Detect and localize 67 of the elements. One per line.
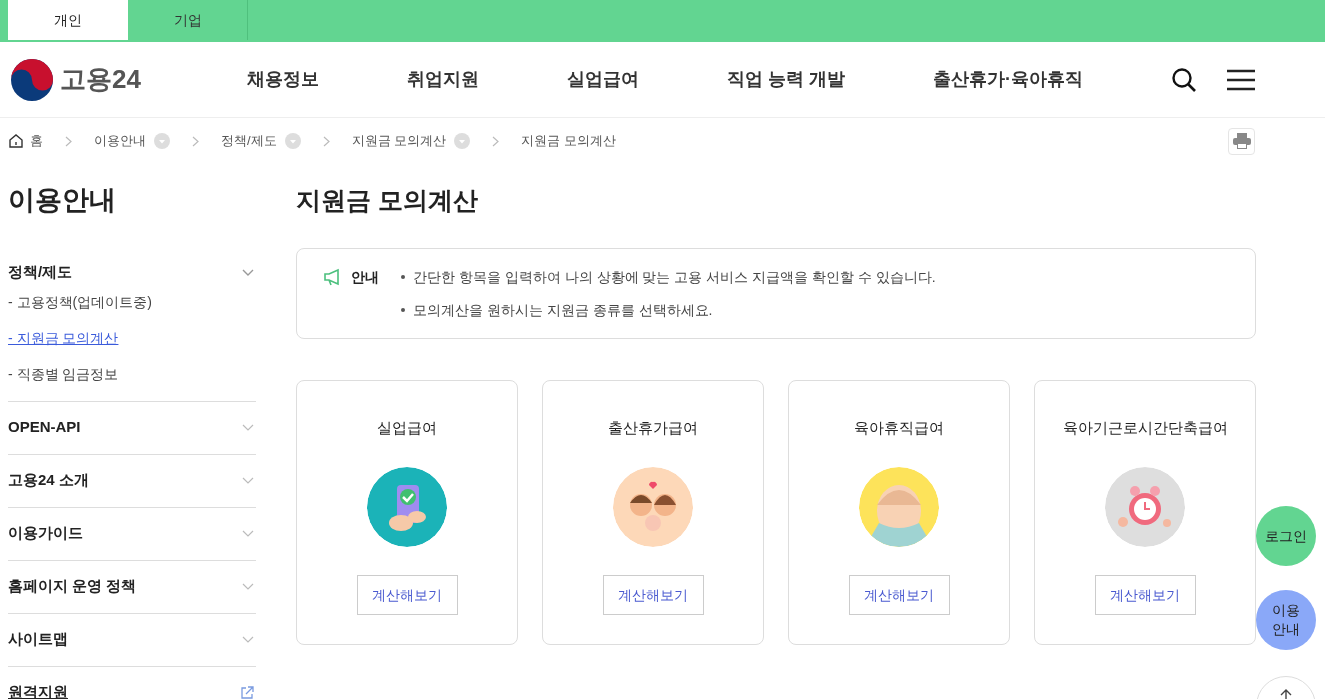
audience-tab[interactable]: 개인 bbox=[8, 0, 128, 40]
notice-text: 간단한 항목을 입력하여 나의 상황에 맞는 고용 서비스 지급액을 확인할 수 있습니다. bbox=[413, 267, 936, 287]
main-nav-link[interactable]: 채용정보 bbox=[247, 66, 319, 93]
search-icon[interactable] bbox=[1171, 66, 1197, 93]
main-nav-link[interactable]: 직업 능력 개발 bbox=[727, 66, 845, 93]
sidebar-item-label[interactable]: 홈페이지 운영 정책 bbox=[8, 575, 137, 598]
chevron-down-icon bbox=[242, 582, 254, 591]
logo-icon bbox=[10, 57, 54, 102]
sidebar-item[interactable]: 이용가이드 bbox=[8, 507, 256, 560]
sidebar-subitem[interactable]: - 직종별 임금정보 bbox=[8, 362, 256, 385]
page-title: 지원금 모의계산 bbox=[296, 185, 479, 216]
chevron-down-icon bbox=[242, 476, 254, 485]
calculate-button[interactable]: 계산해보기 bbox=[1094, 575, 1196, 615]
printer-icon bbox=[1232, 133, 1251, 149]
notice-text: 모의계산을 원하시는 지원금 종류를 선택하세요. bbox=[413, 300, 713, 320]
home-icon bbox=[8, 133, 24, 149]
print-button[interactable] bbox=[1228, 127, 1255, 155]
sidebar-item[interactable]: 원격지원 bbox=[8, 666, 256, 699]
sidebar-item[interactable]: 홈페이지 운영 정책 bbox=[8, 560, 256, 613]
calculate-button[interactable]: 계산해보기 bbox=[848, 575, 950, 615]
card-title: 육아휴직급여 bbox=[854, 417, 944, 438]
sidebar-item-label[interactable]: OPEN-API bbox=[8, 416, 81, 439]
sidebar-title: 이용안내 bbox=[8, 184, 117, 217]
breadcrumb-link[interactable]: 지원금 모의계산 bbox=[521, 131, 616, 151]
dropdown-icon[interactable] bbox=[284, 133, 301, 149]
site-logo-text[interactable]: 고용24 bbox=[60, 60, 141, 99]
sidebar-subitem[interactable]: - 지원금 모의계산 bbox=[8, 326, 256, 349]
bullet-icon bbox=[401, 275, 405, 279]
breadcrumb-link[interactable]: 홈 bbox=[30, 131, 43, 151]
breadcrumb-link[interactable]: 정책/제도 bbox=[221, 131, 277, 151]
sidebar-subitem[interactable]: - 고용정책(업데이트중) bbox=[8, 290, 256, 313]
chevron-right-icon bbox=[322, 135, 330, 147]
card-title: 실업급여 bbox=[377, 417, 437, 438]
chevron-down-icon bbox=[242, 635, 254, 644]
calculate-button[interactable]: 계산해보기 bbox=[602, 575, 704, 615]
breadcrumb-link[interactable]: 이용안내 bbox=[94, 131, 146, 151]
main-nav-link[interactable]: 실업급여 bbox=[567, 66, 639, 93]
floating-button[interactable]: 로그인 bbox=[1256, 506, 1316, 566]
sidebar-item[interactable]: OPEN-API bbox=[8, 401, 256, 454]
breadcrumb-link[interactable]: 지원금 모의계산 bbox=[351, 131, 447, 151]
external-link-icon bbox=[240, 685, 254, 699]
bullet-icon bbox=[401, 308, 405, 312]
sidebar-item-label[interactable]: 원격지원 bbox=[8, 681, 68, 699]
sidebar-item-label[interactable]: 고용24 소개 bbox=[8, 469, 89, 492]
dropdown-icon[interactable] bbox=[154, 133, 170, 149]
sidebar-item[interactable]: 고용24 소개 bbox=[8, 454, 256, 507]
chevron-right-icon bbox=[65, 135, 72, 147]
sidebar-item-label[interactable]: 정책/제도 bbox=[8, 261, 73, 284]
chevron-down-icon bbox=[242, 268, 254, 277]
audience-tab[interactable]: 기업 bbox=[128, 0, 248, 40]
chevron-down-icon bbox=[242, 529, 254, 538]
notice-label: 안내 bbox=[351, 267, 380, 287]
card-title: 육아기근로시간단축급여 bbox=[1062, 417, 1228, 438]
sidebar-item-label[interactable]: 이용가이드 bbox=[8, 522, 83, 545]
calculate-button[interactable]: 계산해보기 bbox=[356, 575, 458, 615]
main-nav-link[interactable]: 취업지원 bbox=[407, 66, 479, 93]
arrow-up-icon bbox=[1280, 689, 1292, 699]
card-title: 출산휴가급여 bbox=[608, 417, 698, 438]
sidebar-item[interactable]: 사이트맵 bbox=[8, 613, 256, 666]
floating-button[interactable]: 이용 안내 bbox=[1256, 590, 1316, 650]
main-nav-link[interactable]: 출산휴가·육아휴직 bbox=[933, 66, 1083, 93]
chevron-right-icon bbox=[192, 135, 199, 147]
dropdown-icon[interactable] bbox=[454, 133, 471, 149]
chevron-right-icon bbox=[492, 135, 500, 147]
chevron-down-icon bbox=[242, 423, 254, 432]
sidebar-item-label[interactable]: 사이트맵 bbox=[8, 628, 68, 651]
menu-icon[interactable] bbox=[1227, 68, 1255, 91]
